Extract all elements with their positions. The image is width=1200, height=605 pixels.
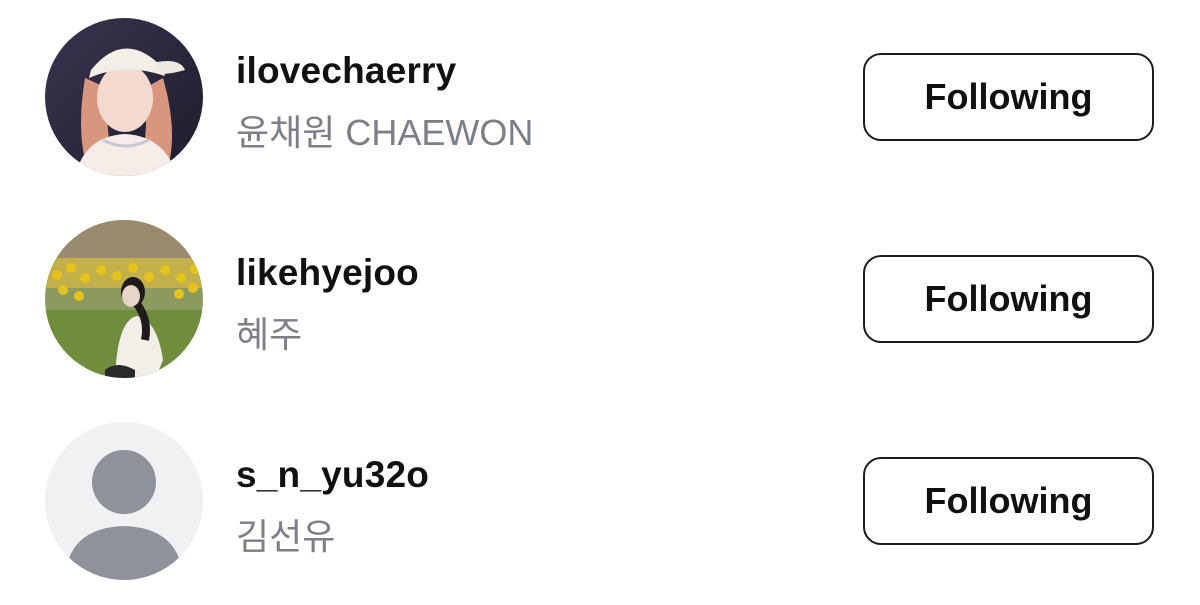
following-button[interactable]: Following	[863, 457, 1154, 545]
full-name: 혜주	[236, 314, 303, 355]
following-button[interactable]: Following	[863, 255, 1154, 343]
full-name: 김선유	[236, 516, 336, 557]
following-list: ilovechaerry 윤채원 CHAEWON Following likeh…	[0, 0, 1200, 605]
full-name: 윤채원 CHAEWON	[236, 112, 534, 153]
avatar[interactable]	[45, 18, 203, 176]
list-item[interactable]: ilovechaerry 윤채원 CHAEWON Following	[0, 0, 1200, 176]
username[interactable]: ilovechaerry	[236, 50, 456, 92]
following-button[interactable]: Following	[863, 53, 1154, 141]
username[interactable]: likehyejoo	[236, 252, 419, 294]
username[interactable]: s_n_yu32o	[236, 454, 429, 496]
list-item[interactable]: likehyejoo 혜주 Following	[0, 202, 1200, 378]
avatar[interactable]	[45, 422, 203, 580]
default-user-icon	[45, 422, 203, 580]
list-item[interactable]: s_n_yu32o 김선유 Following	[0, 404, 1200, 580]
avatar[interactable]	[45, 220, 203, 378]
profile-photo	[45, 220, 203, 378]
profile-photo	[45, 18, 203, 176]
